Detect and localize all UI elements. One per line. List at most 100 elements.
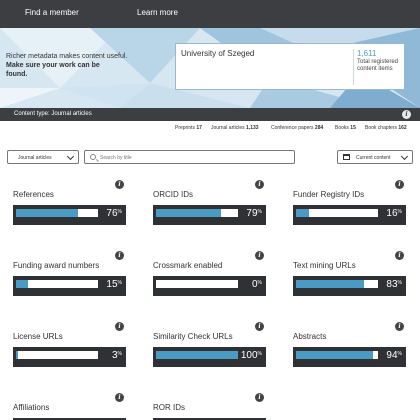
info-icon[interactable]: i [255,393,264,402]
count-book-chapters[interactable]: Book chapters 162 [365,125,407,131]
progress-fill [16,280,29,288]
metric-percent-unit: % [257,351,262,357]
progress-track [296,209,378,217]
metric-percent-unit: % [257,280,262,286]
progress-track [16,351,98,359]
metric-label: Funding award numbers [13,261,100,270]
info-icon[interactable]: i [115,322,124,331]
metric-percent-value: 16 [386,208,398,219]
progress-fill [16,351,19,359]
progress-track [296,351,378,359]
metric-percent-value: 76 [106,208,118,219]
info-icon[interactable]: i [395,180,404,189]
period-select-value: Current content [356,155,391,161]
progress-track [156,209,238,217]
metric-label: Text mining URLs [293,261,356,270]
metric-progress-box: 3% [13,347,126,367]
metric-progress-box: 15% [13,276,126,296]
progress-fill [296,280,365,288]
progress-fill [16,209,79,217]
total-content-count: 1,611 [357,49,377,58]
metric-progress-box: 100% [153,347,266,367]
content-type-bar: Content type: Journal articles i [0,108,420,121]
metric-percent: 16% [386,208,402,219]
progress-track [296,280,378,288]
metric-percent-unit: % [117,280,122,286]
hero-line-3: found. [6,71,28,78]
hero-message: Richer metadata makes content useful. Ma… [6,52,127,79]
card-divider [353,49,354,85]
metric-label: License URLs [13,332,63,341]
metric-percent-value: 0 [251,279,258,290]
count-preprints[interactable]: Preprints 17 [175,125,202,131]
info-icon[interactable]: i [395,251,404,260]
content-type-select[interactable]: Journal articles [7,150,79,164]
progress-track [16,280,98,288]
metric-card: i References 76% [13,180,133,225]
metric-card: i Affiliations [13,393,133,420]
metric-percent-value: 100 [240,350,258,361]
metric-progress-box: 76% [13,205,126,225]
chevron-down-icon [400,152,409,161]
metric-percent-unit: % [397,280,402,286]
info-icon[interactable]: i [115,393,124,402]
filter-toolbar: Journal articles Current content [0,150,420,165]
member-card: University of Szeged 1,611 Total registe… [175,43,405,90]
count-journal-articles[interactable]: Journal articles 1,133 [211,125,259,131]
metric-percent-unit: % [397,351,402,357]
learn-more-link[interactable]: Learn more [137,8,178,17]
content-type-select-value: Journal articles [18,155,52,161]
info-icon[interactable]: i [395,322,404,331]
metric-percent: 76% [106,208,122,219]
metric-percent: 100% [241,350,262,361]
hero-line-1: Richer metadata makes content useful. [6,53,128,60]
metric-percent-value: 3 [111,350,118,361]
progress-fill [296,351,374,359]
metric-percent-unit: % [117,351,122,357]
metric-card: i ROR IDs [153,393,273,420]
metric-percent-value: 79 [246,208,258,219]
metric-card: i Crossmark enabled 0% [153,251,273,296]
count-conference-papers[interactable]: Conference papers 284 [271,125,323,131]
metric-percent: 79% [246,208,262,219]
metric-percent-unit: % [397,209,402,215]
progress-track [156,351,238,359]
info-icon[interactable]: i [115,180,124,189]
metric-label: Funder Registry IDs [293,190,365,199]
metric-label: ROR IDs [153,403,185,412]
title-search[interactable] [84,150,295,164]
period-select[interactable]: Current content [337,150,413,164]
metric-card: i Text mining URLs 83% [293,251,413,296]
metric-percent-value: 15 [106,279,118,290]
metric-progress-box: 83% [293,276,406,296]
metric-label: Abstracts [293,332,327,341]
metric-progress-box: 94% [293,347,406,367]
metric-label: References [13,190,54,199]
metric-percent-unit: % [117,209,122,215]
metric-percent: 15% [106,279,122,290]
hero-line-2: Make sure your work can be [6,62,100,69]
content-counts: Preprints 17 Journal articles 1,133 Conf… [0,125,420,135]
progress-fill [156,209,221,217]
search-icon [90,154,96,160]
metric-percent-unit: % [257,209,262,215]
total-content-label: Total registered content items [357,59,399,72]
search-input[interactable] [100,153,290,162]
info-icon[interactable]: i [255,180,264,189]
metric-progress-box: 16% [293,205,406,225]
progress-fill [156,351,238,359]
find-member-link[interactable]: Find a member [25,8,79,17]
info-icon[interactable]: i [402,110,411,119]
metric-card: i ORCID IDs 79% [153,180,273,225]
chevron-down-icon [66,152,75,161]
member-name: University of Szeged [181,49,255,58]
metric-label: ORCID IDs [153,190,193,199]
info-icon[interactable]: i [255,322,264,331]
info-icon[interactable]: i [115,251,124,260]
metric-card: i Funder Registry IDs 16% [293,180,413,225]
info-icon[interactable]: i [255,251,264,260]
metric-percent-value: 94 [386,350,398,361]
count-books[interactable]: Books 15 [335,125,356,131]
metric-label: Affiliations [13,403,50,412]
metric-percent: 3% [112,350,122,361]
